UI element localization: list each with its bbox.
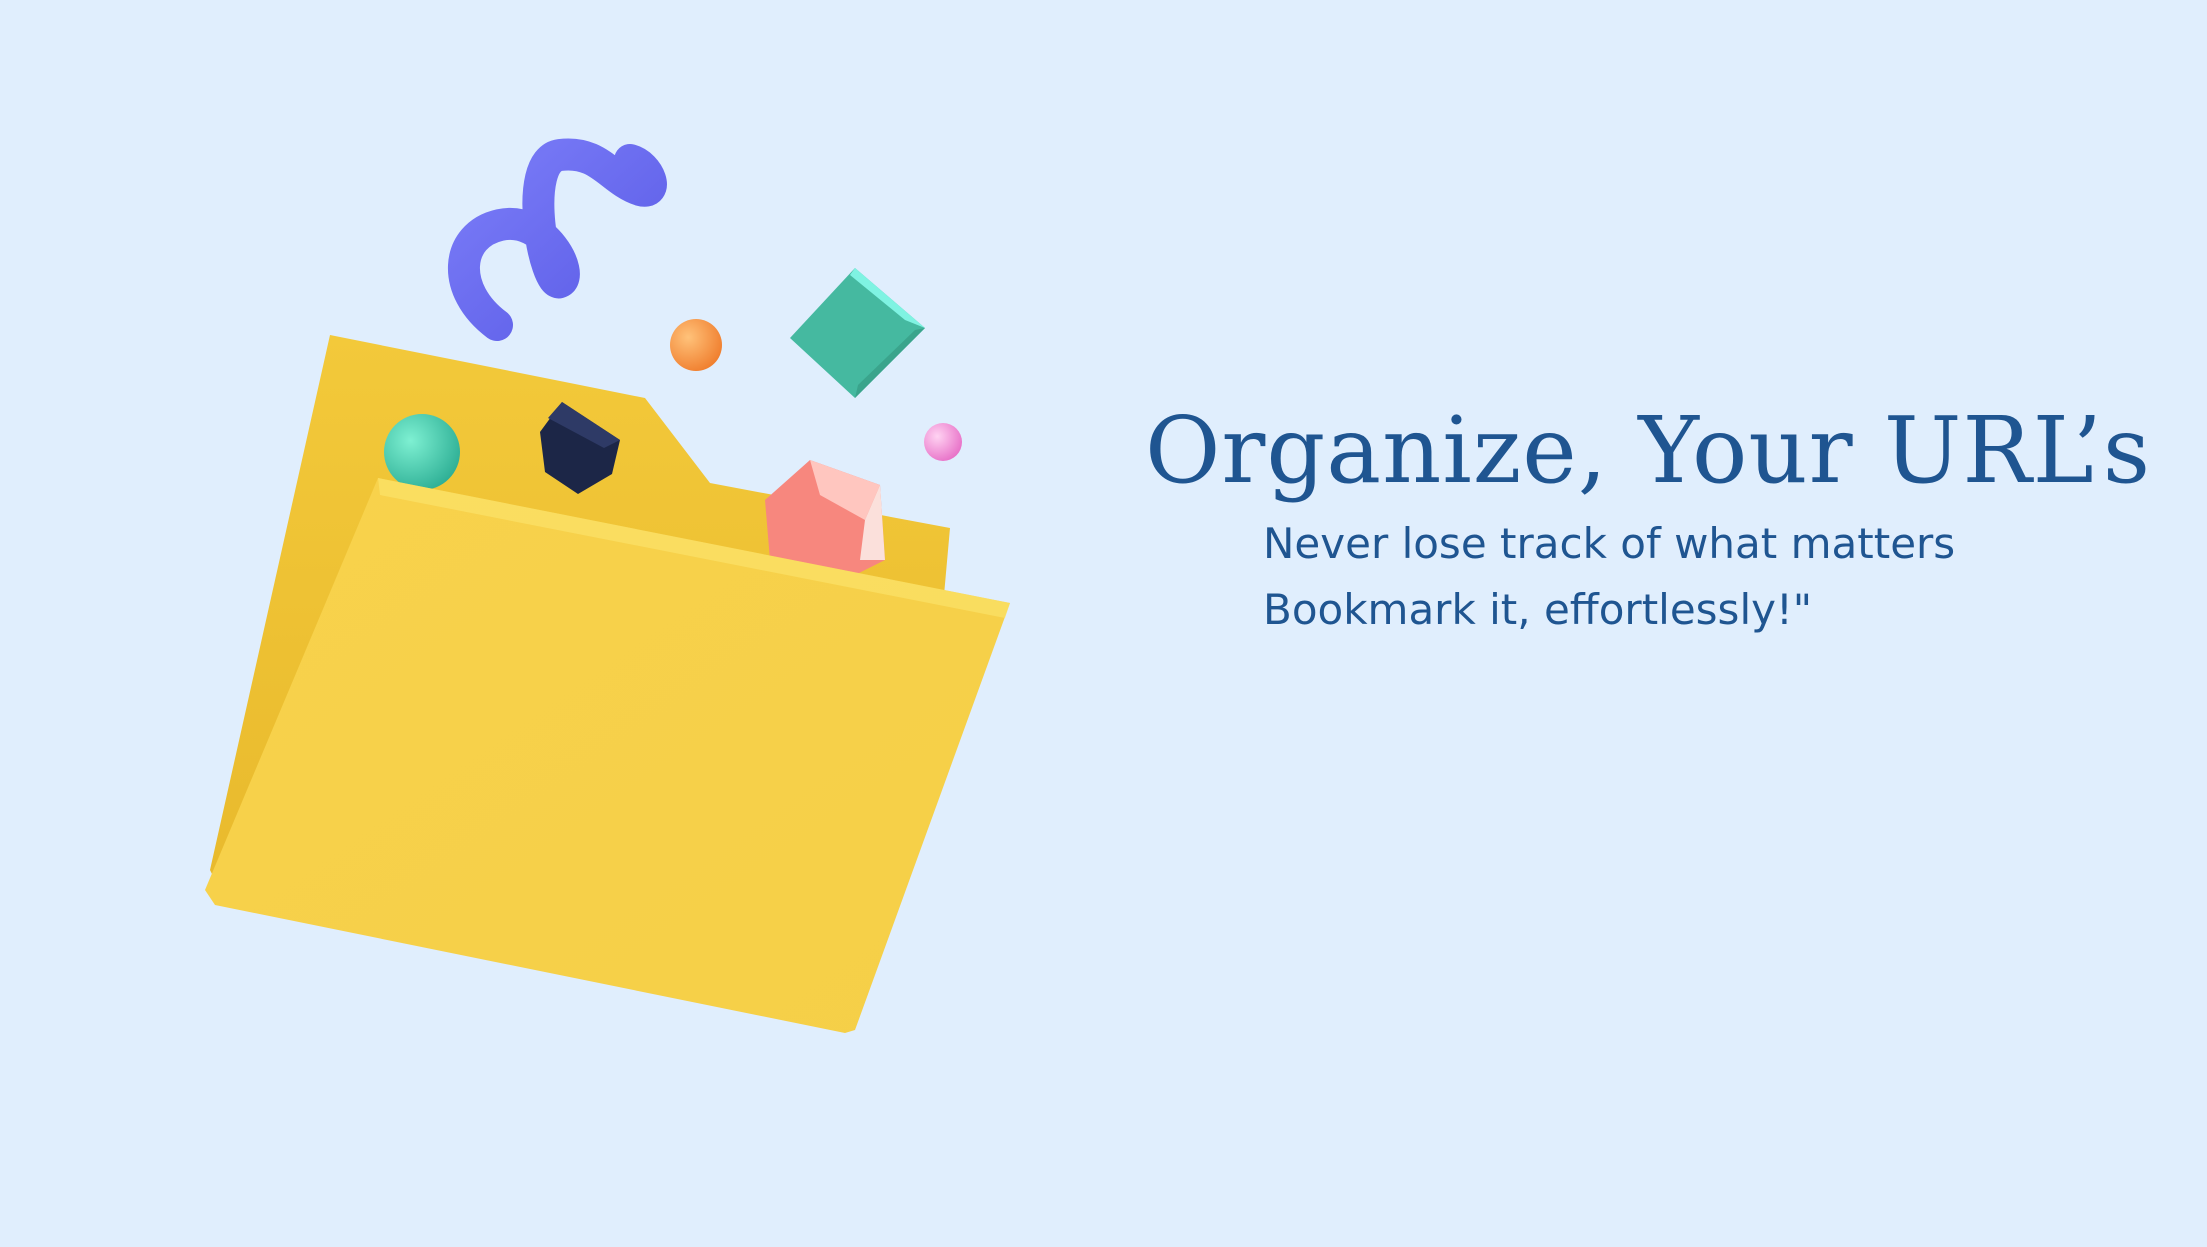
hero-text: Organize, Your URL’s Never lose track of… [1145,400,2185,643]
landing-page: Organize, Your URL’s Never lose track of… [0,0,2207,1247]
teal-cube-icon [790,268,925,398]
hero-title: Organize, Your URL’s [1145,397,2152,504]
teal-sphere-icon [384,414,460,490]
hero-subtitle-line-1: Never lose track of what matters [1263,519,1956,569]
hero-illustration [205,138,1010,1033]
hero-subtitle-line-2: Bookmark it, effortlessly!" [1263,585,1813,635]
pink-sphere-icon [924,423,962,461]
orange-sphere-icon [670,319,722,371]
squiggle-icon [447,138,667,341]
